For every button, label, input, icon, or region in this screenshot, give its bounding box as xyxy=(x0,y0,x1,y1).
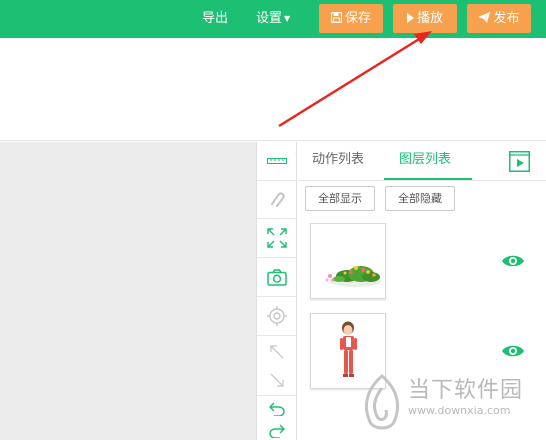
undo-icon xyxy=(268,402,285,416)
publish-button[interactable]: 发布 xyxy=(467,4,531,33)
redo-icon xyxy=(268,424,285,438)
paper-plane-icon xyxy=(478,4,491,33)
caret-down-icon: ▼ xyxy=(284,14,291,23)
layer-thumbnail-flower-bush[interactable] xyxy=(310,223,386,299)
hide-all-button[interactable]: 全部隐藏 xyxy=(385,186,455,211)
settings-menu[interactable]: 设置 ▼ xyxy=(256,11,290,28)
girl-character-image xyxy=(340,321,357,377)
move-up-left-icon xyxy=(269,344,283,358)
camera-icon xyxy=(266,268,287,286)
floppy-disk-icon xyxy=(330,4,343,33)
save-button[interactable]: 保存 xyxy=(319,4,383,33)
magnet-button[interactable] xyxy=(257,180,296,219)
work-area[interactable] xyxy=(0,142,256,440)
ruler-button[interactable] xyxy=(257,142,296,181)
publish-label: 发布 xyxy=(493,11,520,26)
tab-divider xyxy=(298,180,546,181)
tool-column xyxy=(256,142,297,440)
play-button[interactable]: 播放 xyxy=(393,4,457,33)
target-button[interactable] xyxy=(257,297,296,336)
visibility-eye-icon[interactable] xyxy=(501,343,525,359)
history-buttons[interactable] xyxy=(257,396,296,440)
arrange-buttons[interactable] xyxy=(257,336,296,396)
layer-panel: 动作列表 图层列表 全部显示 全部隐藏 xyxy=(298,142,546,440)
tab-actions[interactable]: 动作列表 xyxy=(312,150,364,170)
magnet-icon xyxy=(270,192,285,208)
show-all-button[interactable]: 全部显示 xyxy=(305,186,375,211)
tab-layers[interactable]: 图层列表 xyxy=(399,150,451,170)
export-link[interactable]: 导出 xyxy=(202,11,228,27)
ruler-icon xyxy=(266,158,287,164)
fullscreen-icon xyxy=(266,228,287,248)
preview-video-icon[interactable] xyxy=(509,151,530,172)
settings-label: 设置 xyxy=(256,11,283,26)
flower-bush-image xyxy=(325,266,381,287)
stage-canvas[interactable] xyxy=(0,38,546,141)
save-label: 保存 xyxy=(344,11,371,26)
layer-thumbnail-girl-character[interactable] xyxy=(310,313,386,389)
fullscreen-button[interactable] xyxy=(257,219,296,258)
play-icon xyxy=(406,4,414,33)
move-down-right-icon xyxy=(270,373,284,387)
top-toolbar: 导出 设置 ▼ 保存 播放 发布 xyxy=(0,0,546,38)
play-label: 播放 xyxy=(416,11,443,26)
screenshot-button[interactable] xyxy=(257,258,296,297)
visibility-eye-icon[interactable] xyxy=(501,253,525,269)
export-label: 导出 xyxy=(202,11,229,26)
target-icon xyxy=(266,306,287,326)
